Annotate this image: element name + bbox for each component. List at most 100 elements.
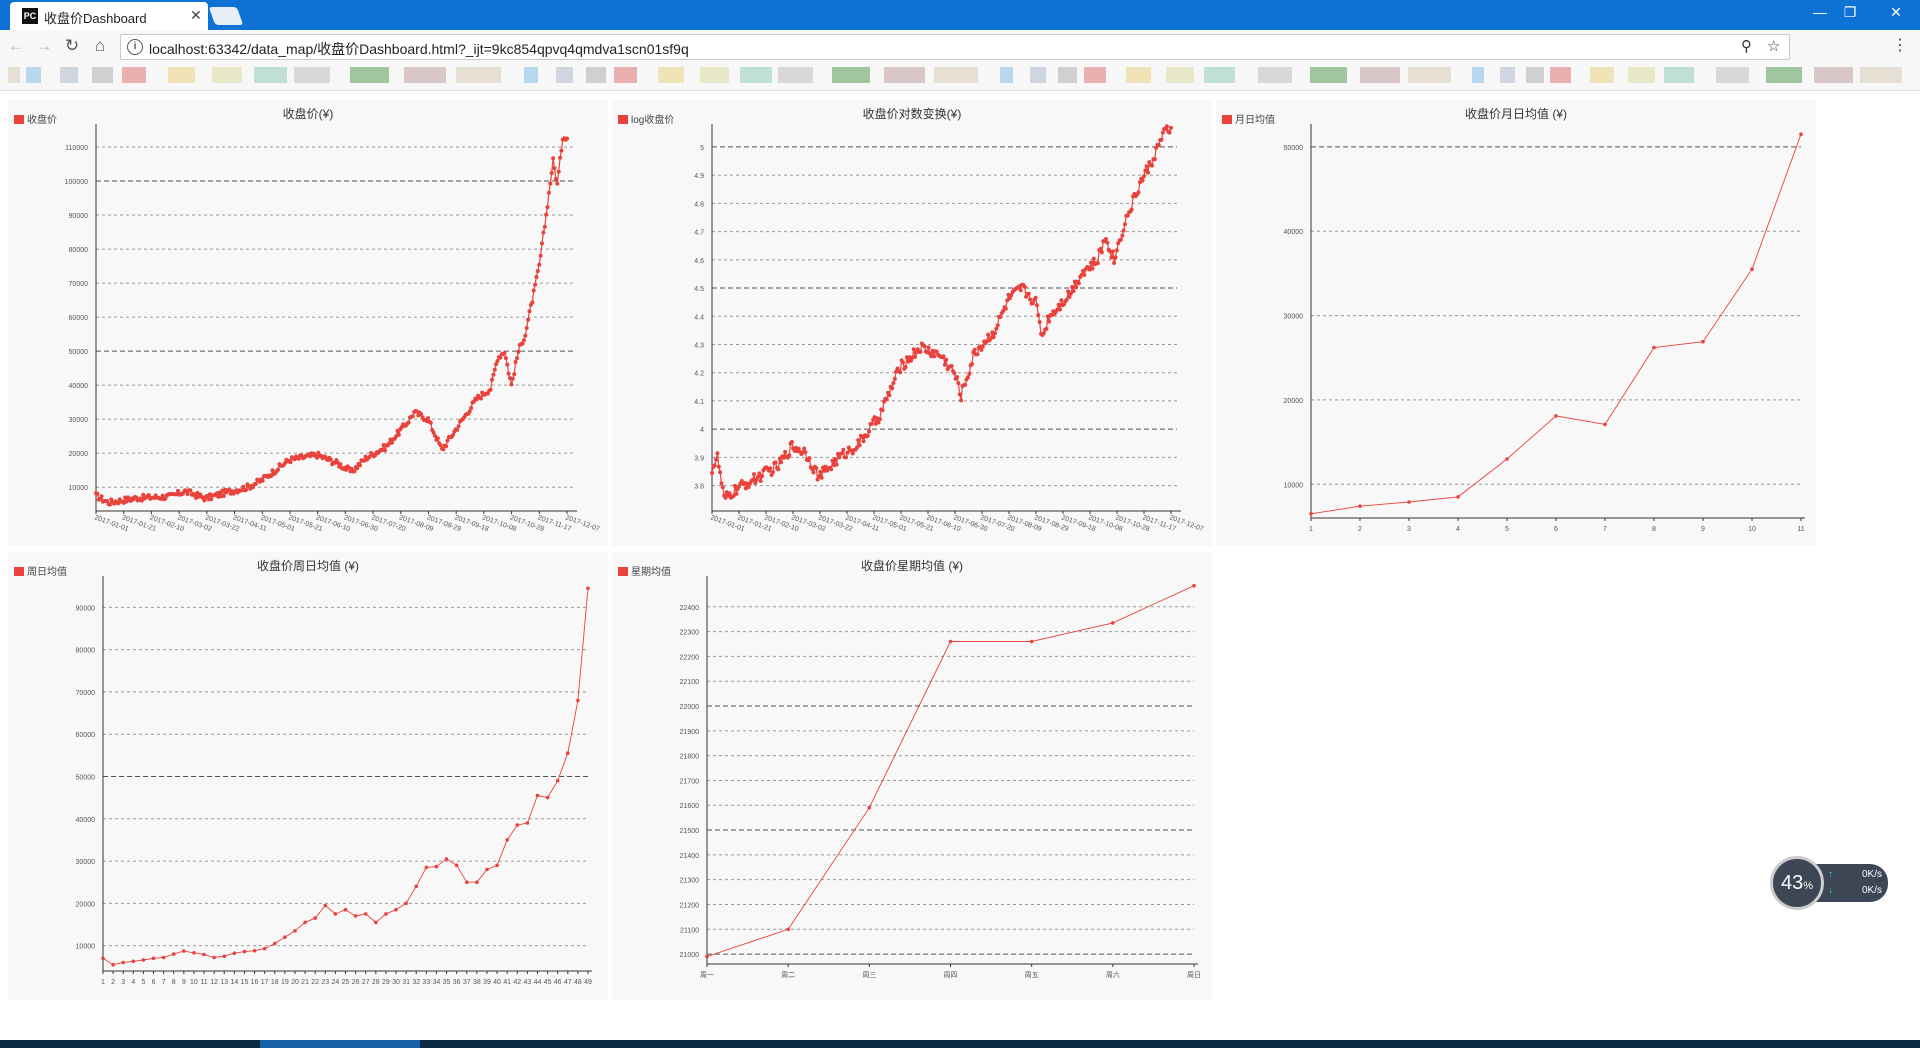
data-point[interactable] <box>333 912 338 916</box>
data-point[interactable] <box>718 470 723 475</box>
data-point[interactable] <box>850 451 855 456</box>
data-point[interactable] <box>898 370 903 375</box>
data-point[interactable] <box>553 177 558 181</box>
data-point[interactable] <box>1120 233 1125 238</box>
data-point[interactable] <box>434 864 439 869</box>
data-point[interactable] <box>1059 298 1064 303</box>
data-point[interactable] <box>525 821 530 825</box>
data-point[interactable] <box>750 478 755 482</box>
data-point[interactable] <box>101 956 105 961</box>
data-point[interactable] <box>1047 319 1052 324</box>
bookmark-item[interactable] <box>1258 67 1292 83</box>
data-point[interactable] <box>545 205 550 210</box>
data-point[interactable] <box>559 148 564 153</box>
data-point[interactable] <box>520 341 525 346</box>
data-point[interactable] <box>510 376 515 381</box>
bookmark-item[interactable] <box>26 67 41 83</box>
data-point[interactable] <box>374 920 378 925</box>
data-point[interactable] <box>558 155 563 160</box>
data-point[interactable] <box>202 952 206 957</box>
data-point[interactable] <box>556 169 561 174</box>
data-point[interactable] <box>131 959 136 964</box>
data-point[interactable] <box>485 867 489 872</box>
data-point[interactable] <box>1098 246 1103 251</box>
data-point[interactable] <box>715 451 720 456</box>
data-point[interactable] <box>410 414 415 419</box>
data-point[interactable] <box>833 457 838 461</box>
data-point[interactable] <box>1056 302 1061 307</box>
data-point[interactable] <box>712 463 717 468</box>
data-point[interactable] <box>428 420 433 425</box>
data-point[interactable] <box>1140 178 1145 183</box>
data-point[interactable] <box>146 493 151 497</box>
data-point[interactable] <box>922 344 927 349</box>
data-point[interactable] <box>505 838 510 842</box>
data-point[interactable] <box>758 478 763 483</box>
data-point[interactable] <box>521 338 526 343</box>
data-point[interactable] <box>303 920 307 925</box>
close-window-icon[interactable]: ✕ <box>1876 4 1916 21</box>
data-point[interactable] <box>1109 255 1114 260</box>
data-point[interactable] <box>552 166 557 171</box>
bookmark-item[interactable] <box>586 67 606 83</box>
data-point[interactable] <box>995 323 1000 328</box>
bookmark-item[interactable] <box>8 67 20 83</box>
data-point[interactable] <box>491 372 496 377</box>
bookmark-item[interactable] <box>778 67 813 83</box>
data-point[interactable] <box>1028 297 1033 302</box>
forward-icon[interactable]: → <box>34 36 54 56</box>
bookmark-item[interactable] <box>122 67 146 83</box>
bookmark-item[interactable] <box>1472 67 1484 83</box>
data-point[interactable] <box>95 491 100 496</box>
data-point[interactable] <box>512 372 517 377</box>
data-point[interactable] <box>980 344 985 349</box>
data-point[interactable] <box>523 333 528 338</box>
data-point[interactable] <box>1030 301 1035 306</box>
data-point[interactable] <box>1456 495 1460 499</box>
bookmark-item[interactable] <box>60 67 78 83</box>
data-point[interactable] <box>710 471 714 475</box>
data-point[interactable] <box>1091 256 1096 261</box>
data-point[interactable] <box>1129 207 1134 212</box>
data-point[interactable] <box>837 455 842 460</box>
data-point[interactable] <box>384 912 388 916</box>
data-point[interactable] <box>768 466 773 471</box>
data-point[interactable] <box>1090 266 1095 271</box>
data-point[interactable] <box>1041 331 1046 336</box>
data-point[interactable] <box>424 865 429 870</box>
bookmark-item[interactable] <box>1310 67 1347 83</box>
legend-swatch[interactable] <box>1222 115 1232 124</box>
data-point[interactable] <box>241 484 246 489</box>
data-point[interactable] <box>994 326 999 331</box>
data-point[interactable] <box>141 958 146 962</box>
tab-dashboard[interactable]: PC 收盘价Dashboard ✕ <box>10 2 208 30</box>
new-tab-button[interactable] <box>208 7 244 25</box>
data-point[interactable] <box>1104 237 1108 241</box>
data-point[interactable] <box>555 181 560 186</box>
data-point[interactable] <box>787 453 792 458</box>
data-point[interactable] <box>188 488 193 493</box>
data-point[interactable] <box>814 466 819 471</box>
data-point[interactable] <box>531 288 536 293</box>
data-point[interactable] <box>212 955 216 960</box>
bookmark-item[interactable] <box>350 67 389 83</box>
menu-icon[interactable]: ⋮ <box>1892 35 1908 55</box>
data-point[interactable] <box>222 954 227 958</box>
data-point[interactable] <box>546 190 551 195</box>
home-icon[interactable]: ⌂ <box>90 36 110 56</box>
data-point[interactable] <box>526 317 531 322</box>
data-point[interactable] <box>857 443 862 448</box>
bookmark-item[interactable] <box>1058 67 1077 83</box>
data-point[interactable] <box>151 956 156 961</box>
data-point[interactable] <box>1036 313 1041 318</box>
bookmark-item[interactable] <box>168 67 195 83</box>
data-point[interactable] <box>861 439 866 444</box>
data-point[interactable] <box>1111 621 1115 625</box>
data-point[interactable] <box>475 880 479 884</box>
reload-icon[interactable]: ↻ <box>62 36 82 56</box>
data-point[interactable] <box>185 492 190 496</box>
data-point[interactable] <box>856 438 861 443</box>
data-point[interactable] <box>975 352 980 357</box>
data-point[interactable] <box>753 481 758 485</box>
data-point[interactable] <box>527 309 532 314</box>
